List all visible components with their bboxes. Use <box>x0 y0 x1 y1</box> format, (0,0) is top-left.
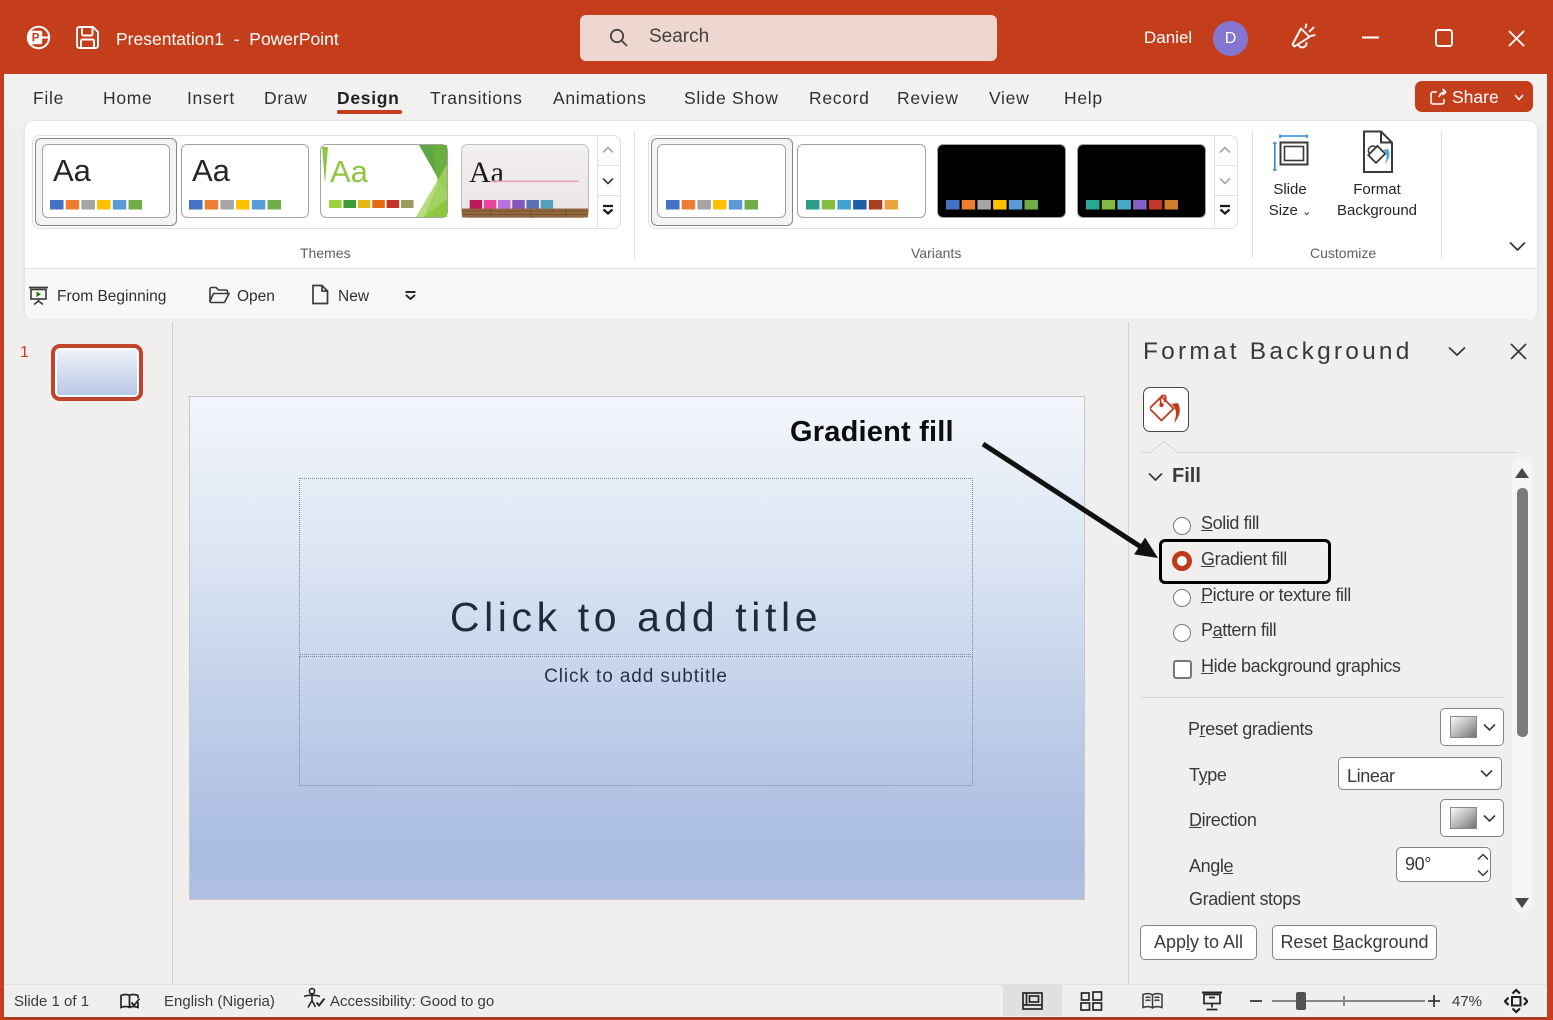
svg-text:P: P <box>32 32 40 44</box>
svg-text:Aa: Aa <box>330 154 369 189</box>
svg-text:Aa: Aa <box>469 156 504 189</box>
